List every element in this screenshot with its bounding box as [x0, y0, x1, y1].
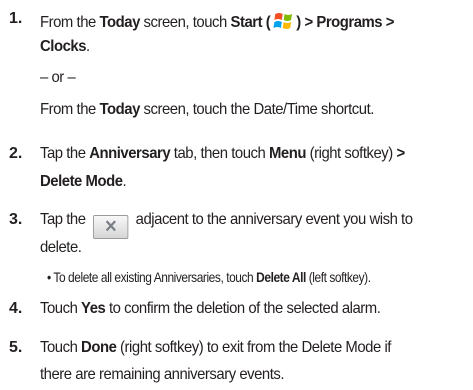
- step-4-line: Touch Yes to confirm the deletion of the…: [40, 300, 381, 317]
- step-1-alternative: From the Today screen, touch the Date/Ti…: [40, 101, 374, 118]
- step-5-line-2: there are remaining anniversary events.: [40, 366, 285, 383]
- step-3-line-1: Tap the ✕ adjacent to the anniversary ev…: [40, 211, 413, 239]
- start-label: Start: [230, 14, 263, 31]
- step-5-number: 5.: [9, 339, 23, 356]
- step-3-sub-bullet: • To delete all existing Anniversaries, …: [47, 270, 371, 285]
- step-3-number: 3.: [9, 211, 23, 228]
- menu-label: Menu: [268, 145, 306, 162]
- windows-start-icon: [273, 10, 293, 32]
- or-separator: – or –: [40, 69, 76, 86]
- step-1-line-1: From the Today screen, touch Start ( ) >…: [40, 10, 394, 32]
- delete-all-label: Delete All: [256, 270, 306, 285]
- yes-label: Yes: [81, 300, 106, 317]
- delete-x-icon: ✕: [92, 215, 129, 239]
- step-2-number: 2.: [9, 145, 23, 162]
- step-2-line-2: Delete Mode.: [40, 173, 127, 190]
- delete-mode-label: Delete Mode: [40, 173, 123, 190]
- today-label-alt: Today: [99, 101, 140, 118]
- anniversary-label: Anniversary: [89, 145, 171, 162]
- step-4-number: 4.: [9, 300, 23, 317]
- today-label: Today: [99, 14, 140, 31]
- clocks-label: Clocks: [40, 38, 87, 55]
- step-1-line-2: Clocks.: [40, 38, 90, 55]
- done-label: Done: [81, 339, 117, 356]
- step-5-line-1: Touch Done (right softkey) to exit from …: [40, 339, 391, 356]
- step-3-line-2: delete.: [40, 239, 82, 256]
- step-1-number: 1.: [9, 10, 23, 27]
- programs-path: > Programs >: [304, 14, 395, 31]
- step-2-line-1: Tap the Anniversary tab, then touch Menu…: [40, 145, 405, 162]
